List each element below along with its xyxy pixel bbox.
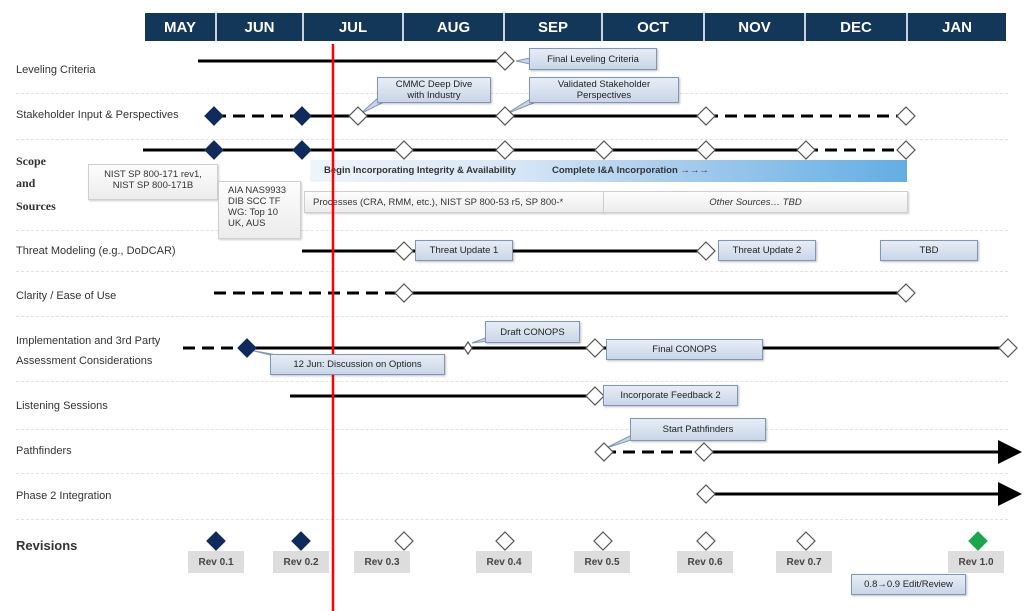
- callout-incorporate-feedback: Incorporate Feedback 2: [603, 385, 738, 406]
- milestone-diamond-icon: [394, 283, 414, 303]
- milestone-diamond-icon: [204, 106, 224, 126]
- timeline-graphics: [143, 44, 1022, 611]
- milestone-diamond-icon: [896, 106, 916, 126]
- callout-threat-update-2: Threat Update 2: [718, 240, 816, 261]
- revision-box: Rev 0.3: [354, 551, 410, 573]
- callout-cmmc-deep-dive: CMMC Deep Dive with Industry: [377, 77, 491, 103]
- callout-final-conops: Final CONOPS: [606, 339, 763, 360]
- callout-start-pathfinders: Start Pathfinders: [630, 418, 766, 441]
- revision-box: Rev 0.5: [574, 551, 630, 573]
- milestone-diamond-icon: [204, 140, 224, 160]
- milestone-diamond-icon: [495, 106, 515, 126]
- milestone-diamond-icon: [292, 140, 312, 160]
- milestone-diamond-icon: [968, 531, 988, 551]
- milestone-diamond-icon: [896, 283, 916, 303]
- milestone-diamond-icon: [291, 531, 311, 551]
- revision-box: Rev 0.7: [776, 551, 832, 573]
- revision-box: Rev 1.0: [948, 551, 1004, 573]
- milestone-diamond-icon: [495, 531, 515, 551]
- milestone-diamond-icon: [394, 531, 414, 551]
- milestone-diamond-icon: [694, 442, 714, 462]
- milestone-diamond-icon: [796, 531, 816, 551]
- callout-threat-tbd: TBD: [880, 240, 978, 261]
- milestone-diamond-icon: [463, 340, 473, 356]
- roadmap-timeline: MAY JUN JUL AUG SEP OCT NOV DEC JAN Leve…: [0, 0, 1024, 611]
- milestone-diamond-icon: [206, 531, 226, 551]
- milestone-diamond-icon: [394, 140, 414, 160]
- revision-box: Rev 0.6: [677, 551, 733, 573]
- milestone-diamond-icon: [594, 140, 614, 160]
- milestone-diamond-icon: [696, 484, 716, 504]
- callout-edit-review: 0.8→0.9 Edit/Review: [851, 574, 966, 595]
- revision-box: Rev 0.1: [188, 551, 244, 573]
- revision-box: Rev 0.4: [476, 551, 532, 573]
- pointer: [515, 57, 531, 65]
- milestone-diamond-icon: [696, 106, 716, 126]
- milestone-diamond-icon: [585, 338, 605, 358]
- milestone-diamond-icon: [292, 106, 312, 126]
- milestone-diamond-icon: [237, 338, 257, 358]
- milestone-diamond-icon: [585, 386, 605, 406]
- milestone-diamond-icon: [998, 338, 1018, 358]
- milestone-diamond-icon: [394, 241, 414, 261]
- milestone-diamond-icon: [896, 140, 916, 160]
- callout-final-leveling: Final Leveling Criteria: [529, 48, 657, 70]
- milestone-diamond-icon: [696, 241, 716, 261]
- milestone-diamond-icon: [696, 531, 716, 551]
- callout-threat-update-1: Threat Update 1: [415, 240, 513, 261]
- milestone-diamond-icon: [696, 140, 716, 160]
- callout-discussion-options: 12 Jun: Discussion on Options: [270, 354, 445, 375]
- milestone-diamond-icon: [495, 140, 515, 160]
- callout-draft-conops: Draft CONOPS: [485, 321, 580, 343]
- revision-box: Rev 0.2: [273, 551, 329, 573]
- callout-validated-stakeholder: Validated Stakeholder Perspectives: [529, 77, 679, 103]
- milestone-diamond-icon: [796, 140, 816, 160]
- milestone-diamond-icon: [593, 531, 613, 551]
- milestone-diamond-icon: [495, 51, 515, 71]
